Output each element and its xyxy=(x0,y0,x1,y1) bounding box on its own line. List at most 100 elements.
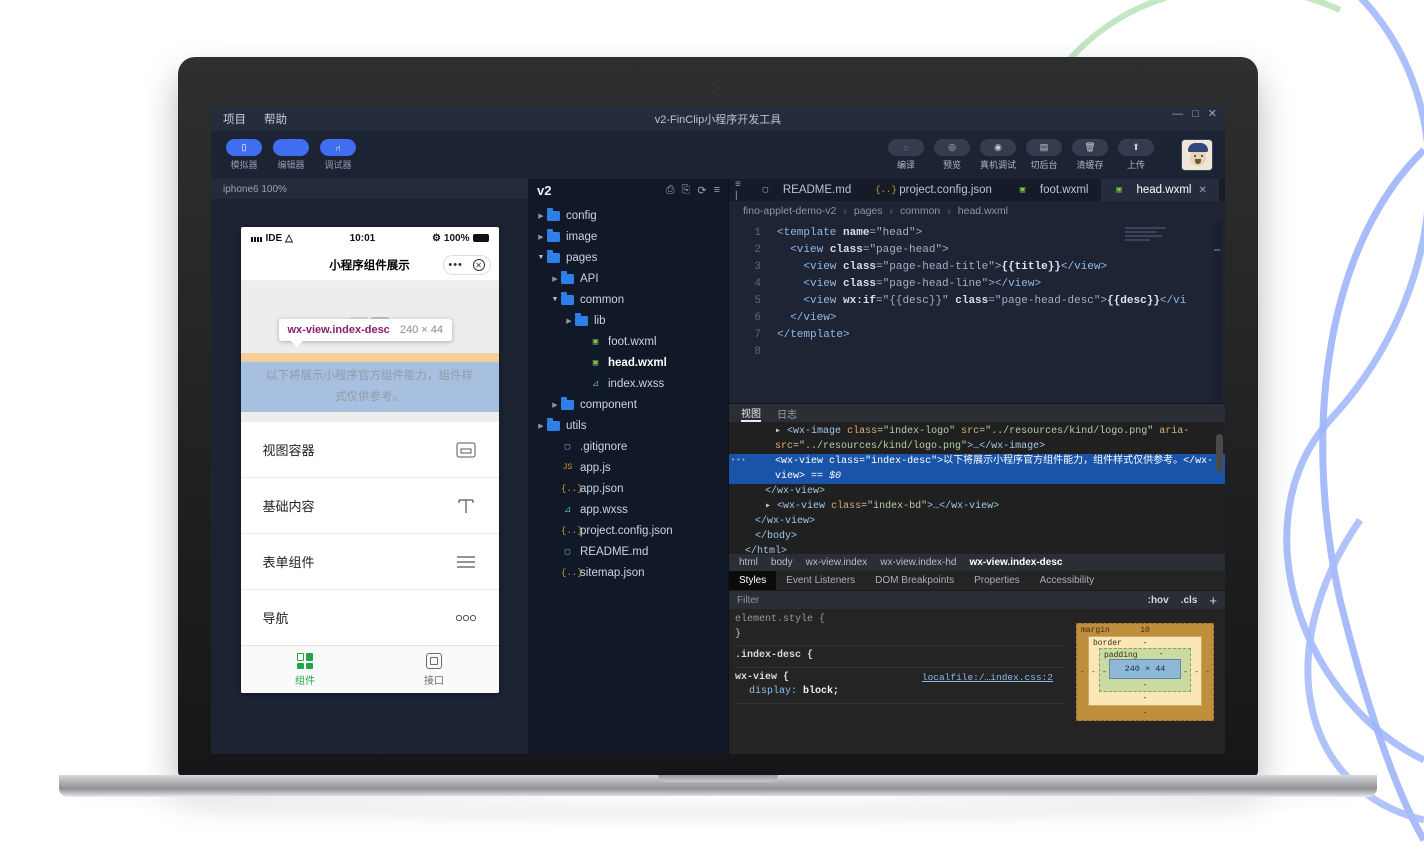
styles-tab-accessibility[interactable]: Accessibility xyxy=(1030,571,1104,590)
tree-item-sitemap-json[interactable]: {..}sitemap.json xyxy=(529,562,728,583)
box-model-margin[interactable]: margin 10 - - - border - - - xyxy=(1076,623,1214,721)
box-model-content[interactable]: 240 × 44 xyxy=(1109,659,1181,679)
chevron-right-icon[interactable]: ▶ xyxy=(549,401,561,409)
chevron-right-icon[interactable]: ▶ xyxy=(563,317,575,325)
border-bottom-value[interactable]: - xyxy=(1143,694,1148,703)
toolbar-button-upload[interactable]: ⬆上传 xyxy=(1117,139,1155,171)
css-value[interactable]: block; xyxy=(803,686,839,697)
breadcrumb-item[interactable]: common xyxy=(900,205,940,217)
code-editor[interactable]: 1<template name="head">2 <view class="pa… xyxy=(729,221,1225,403)
dom-tree[interactable]: ▸ <wx-image class="index-logo" src="../r… xyxy=(729,422,1225,554)
phone-capsule-buttons[interactable]: ••• ✕ xyxy=(443,255,491,275)
maximize-button[interactable]: □ xyxy=(1192,109,1199,120)
dom-node[interactable]: </wx-view> xyxy=(729,514,1225,529)
tree-item-project-config-json[interactable]: {..}project.config.json xyxy=(529,520,728,541)
tree-item-readme-md[interactable]: ▢README.md xyxy=(529,541,728,562)
toolbar-button-compile[interactable]: ◌编译 xyxy=(887,139,925,171)
expand-arrow-icon[interactable]: ▸ xyxy=(765,501,771,512)
dom-node[interactable]: ▸ <wx-image class="index-logo" src="../r… xyxy=(729,424,1225,454)
toolbar-button-preview[interactable]: ◎预览 xyxy=(933,139,971,171)
editor-scrollbar[interactable] xyxy=(1213,221,1221,403)
box-model-padding[interactable]: padding - - - - 240 × 44 xyxy=(1099,648,1191,692)
css-rule[interactable]: wx-view {localfile:/…index.css:2display:… xyxy=(735,671,1065,704)
expand-arrow-icon[interactable]: ▸ xyxy=(775,426,781,437)
border-left-value[interactable]: - xyxy=(1091,668,1096,677)
breadcrumb-item[interactable]: head.wxml xyxy=(958,205,1008,217)
styles-tab-event-listeners[interactable]: Event Listeners xyxy=(776,571,865,590)
chevron-down-icon[interactable]: ▼ xyxy=(549,296,561,303)
dom-breadcrumb-item[interactable]: body xyxy=(771,557,793,568)
new-style-rule-button[interactable]: + xyxy=(1209,593,1217,608)
css-selector[interactable]: .index-desc { xyxy=(735,650,813,661)
chevron-down-icon[interactable]: ▼ xyxy=(535,254,547,261)
toolbar-button-background[interactable]: ▤切后台 xyxy=(1025,139,1063,171)
refresh-icon[interactable]: ⟳ xyxy=(697,184,706,197)
dom-scrollbar[interactable] xyxy=(1216,434,1223,472)
hov-toggle[interactable]: :hov xyxy=(1148,595,1169,606)
tabbar-item-api[interactable]: 接口 xyxy=(370,646,499,693)
close-circle-icon[interactable]: ✕ xyxy=(473,259,485,271)
margin-top-value[interactable]: 10 xyxy=(1140,626,1150,635)
padding-top-value[interactable]: - xyxy=(1159,650,1164,659)
dom-breadcrumb-item[interactable]: wx-view.index-desc xyxy=(969,557,1062,568)
padding-bottom-value[interactable]: - xyxy=(1143,681,1148,690)
close-icon[interactable]: ✕ xyxy=(1198,185,1206,196)
dom-node[interactable]: </html> xyxy=(729,544,1225,554)
tree-item-api[interactable]: ▶API xyxy=(529,268,728,289)
dom-node[interactable]: </body> xyxy=(729,529,1225,544)
editor-tab-project-config-json[interactable]: {..}project.config.json xyxy=(863,179,1004,201)
new-folder-icon[interactable]: ⎘ xyxy=(682,184,691,197)
chevron-right-icon[interactable]: ▶ xyxy=(535,212,547,220)
tree-item-lib[interactable]: ▶lib xyxy=(529,310,728,331)
new-file-icon[interactable]: ⎙ xyxy=(666,184,675,197)
tree-item-head-wxml[interactable]: ▣head.wxml xyxy=(529,352,728,373)
tree-item-component[interactable]: ▶component xyxy=(529,394,728,415)
tree-item-app-json[interactable]: {..}app.json xyxy=(529,478,728,499)
devtools-tab-log[interactable]: 日志 xyxy=(777,406,797,421)
styles-tab-properties[interactable]: Properties xyxy=(964,571,1030,590)
css-rule[interactable]: .index-desc {</span></div><div class="pr… xyxy=(735,649,1065,668)
editor-tab-head-wxml[interactable]: ▣head.wxml✕ xyxy=(1101,179,1219,201)
phone-list-item[interactable]: 基础内容 xyxy=(241,478,499,534)
tree-item-common[interactable]: ▼common xyxy=(529,289,728,310)
menu-item-help[interactable]: 帮助 xyxy=(264,111,287,127)
toolbar-button-simulator[interactable]: ▯模拟器 xyxy=(225,139,263,171)
dom-node[interactable]: </wx-view> xyxy=(729,484,1225,499)
close-button[interactable]: ✕ xyxy=(1208,109,1217,120)
margin-left-value[interactable]: - xyxy=(1080,668,1085,677)
devtools-tab-view[interactable]: 视图 xyxy=(741,404,761,422)
tree-item-image[interactable]: ▶image xyxy=(529,226,728,247)
breadcrumb-item[interactable]: pages xyxy=(854,205,883,217)
dom-breadcrumb-item[interactable]: html xyxy=(739,557,758,568)
box-model-border[interactable]: border - - - - padding - - xyxy=(1088,636,1202,706)
padding-left-value[interactable]: - xyxy=(1102,668,1107,677)
breadcrumb-item[interactable]: fino-applet-demo-v2 xyxy=(743,205,836,217)
dom-node[interactable]: ▸ <wx-view class="index-bd">…</wx-view> xyxy=(729,499,1225,514)
css-property[interactable]: display: block; xyxy=(735,685,1065,700)
css-source-link[interactable]: localfile:/…index.css:2 xyxy=(922,671,1053,686)
dom-node[interactable]: <wx-view class="index-desc">以下将展示小程序官方组件… xyxy=(729,454,1225,484)
tree-item-config[interactable]: ▶config xyxy=(529,205,728,226)
tab-overflow-icon[interactable]: … xyxy=(1219,179,1225,201)
editor-tab-foot-wxml[interactable]: ▣foot.wxml xyxy=(1004,179,1101,201)
phone-list-item[interactable]: 导航 xyxy=(241,590,499,645)
tabbar-item-component[interactable]: 组件 xyxy=(241,646,370,693)
tree-item-foot-wxml[interactable]: ▣foot.wxml xyxy=(529,331,728,352)
toolbar-button-editor[interactable]: 编辑器 xyxy=(272,139,310,171)
tree-item-app-js[interactable]: JSapp.js xyxy=(529,457,728,478)
styles-filter-input[interactable]: Filter xyxy=(737,595,1136,606)
avatar[interactable] xyxy=(1181,139,1213,171)
margin-bottom-value[interactable]: - xyxy=(1143,709,1148,718)
phone-list-item[interactable]: 视图容器 xyxy=(241,422,499,478)
more-icon[interactable]: ••• xyxy=(448,260,463,271)
tree-item-app-wxss[interactable]: ⊿app.wxss xyxy=(529,499,728,520)
collapse-all-icon[interactable]: ≡ xyxy=(714,184,720,196)
toolbar-button-clear-cache[interactable]: 🗑清缓存 xyxy=(1071,139,1109,171)
border-right-value[interactable]: - xyxy=(1194,668,1199,677)
chevron-right-icon[interactable]: ▶ xyxy=(535,233,547,241)
margin-right-value[interactable]: - xyxy=(1205,668,1210,677)
styles-tab-styles[interactable]: Styles xyxy=(729,571,776,590)
toolbar-button-debugger[interactable]: ⑁调试器 xyxy=(319,139,357,171)
tree-item-pages[interactable]: ▼pages xyxy=(529,247,728,268)
tree-item--gitignore[interactable]: ▢.gitignore xyxy=(529,436,728,457)
